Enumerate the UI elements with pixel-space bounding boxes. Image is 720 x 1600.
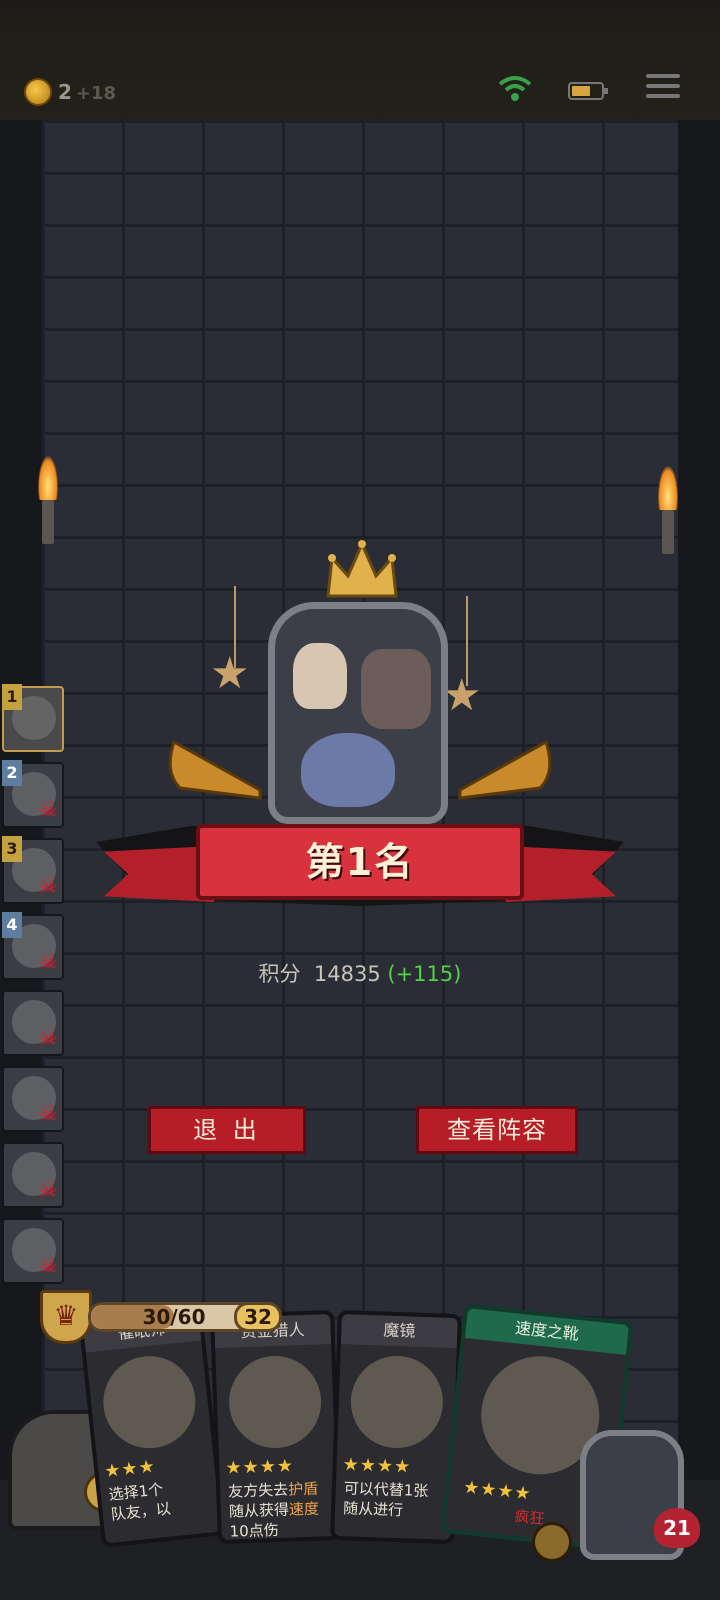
player-ranking-list: 1 2 ☠ 3 ☠ 4 ☠ ☠ ☠ ☠ ☠	[2, 684, 68, 1294]
coin-amount: 2	[58, 80, 72, 104]
teapot-hero-portrait	[301, 733, 395, 807]
trumpet-left-icon	[168, 739, 262, 800]
score-delta: (+115)	[387, 962, 462, 986]
eliminated-skull-icon: ☠	[38, 1254, 58, 1279]
bell-icon[interactable]	[532, 1522, 572, 1562]
placement-text: 第1名	[305, 840, 415, 884]
card-art	[98, 1351, 200, 1453]
horned-hero-portrait	[361, 649, 431, 729]
eliminated-skull-icon: ☠	[38, 1026, 58, 1051]
torch-left-icon	[34, 456, 62, 566]
rank-number: 4	[2, 912, 22, 938]
skeleton-hero-portrait	[293, 643, 347, 709]
card-description: 可以代替1张 随从进行	[342, 1479, 429, 1520]
rank-number: 1	[2, 684, 22, 710]
torch-right-icon	[654, 466, 682, 576]
coin-counter: 2 +18	[58, 80, 116, 104]
view-lineup-button[interactable]: 查看阵容	[416, 1106, 578, 1154]
exit-button[interactable]: 退 出	[148, 1106, 306, 1154]
hero-portrait-frame	[268, 602, 448, 824]
hand-card-2[interactable]: 赏金猎人 ★★★★ 友方失去护盾 随从获得速度 10点伤	[210, 1309, 342, 1545]
card-title: 魔镜	[340, 1314, 458, 1349]
winner-emblem: ★ ★	[150, 536, 570, 836]
card-stars: ★★★★	[225, 1455, 295, 1479]
score-line: 积分 14835 (+115)	[0, 958, 720, 988]
top-status-bar: 2 +18	[0, 0, 720, 122]
card-title: 速度之靴	[464, 1308, 630, 1355]
hand-card-1[interactable]: 催眠师 ★★★ 选择1个 队友，以	[78, 1306, 226, 1548]
ranking-slot[interactable]: 1	[2, 684, 64, 752]
ranking-slot[interactable]: ☠	[2, 990, 64, 1056]
wifi-icon	[498, 76, 532, 101]
ranking-slot[interactable]: ☠	[2, 1142, 64, 1208]
coin-bonus: +18	[75, 83, 117, 104]
rank-number: 2	[2, 760, 22, 786]
eliminated-skull-icon: ☠	[38, 1102, 58, 1127]
bottom-hud: 0 催眠师 ★★★ 选择1个 队友，以 赏金猎人 ★★★★ 友方失去护盾 随从获…	[0, 1290, 720, 1600]
right-pillar	[678, 120, 720, 1480]
crown-icon	[326, 540, 398, 598]
tavern-level-badge[interactable]: ♛	[40, 1290, 92, 1344]
card-art	[227, 1354, 323, 1450]
card-description: 选择1个 队友，以	[107, 1480, 172, 1524]
health-heart: 21	[654, 1508, 700, 1548]
ranking-slot[interactable]: ☠	[2, 1066, 64, 1132]
score-value: 14835	[313, 962, 381, 986]
score-label: 积分	[258, 962, 301, 986]
card-description: 友方失去护盾 随从获得速度 10点伤	[227, 1479, 320, 1541]
trumpet-right-icon	[458, 739, 552, 800]
placement-banner: 第1名	[96, 816, 624, 926]
rank-number: 3	[2, 836, 22, 862]
eliminated-skull-icon: ☠	[38, 874, 58, 899]
gold-counter: 32	[234, 1302, 282, 1332]
star-left-icon: ★	[210, 648, 250, 699]
card-stars: ★★★★	[462, 1476, 533, 1505]
ranking-slot[interactable]: ☠	[2, 1218, 64, 1284]
battery-icon	[568, 82, 608, 100]
card-stars: ★★★	[103, 1455, 157, 1483]
eliminated-skull-icon: ☠	[38, 798, 58, 823]
coin-icon	[24, 78, 52, 106]
menu-icon[interactable]	[646, 74, 680, 104]
ranking-slot[interactable]: 2 ☠	[2, 760, 64, 828]
card-art	[349, 1354, 445, 1450]
xp-text: 30/60	[142, 1305, 206, 1329]
ranking-slot[interactable]: 3 ☠	[2, 836, 64, 904]
eliminated-skull-icon: ☠	[38, 1178, 58, 1203]
card-stars: ★★★★	[342, 1454, 412, 1478]
